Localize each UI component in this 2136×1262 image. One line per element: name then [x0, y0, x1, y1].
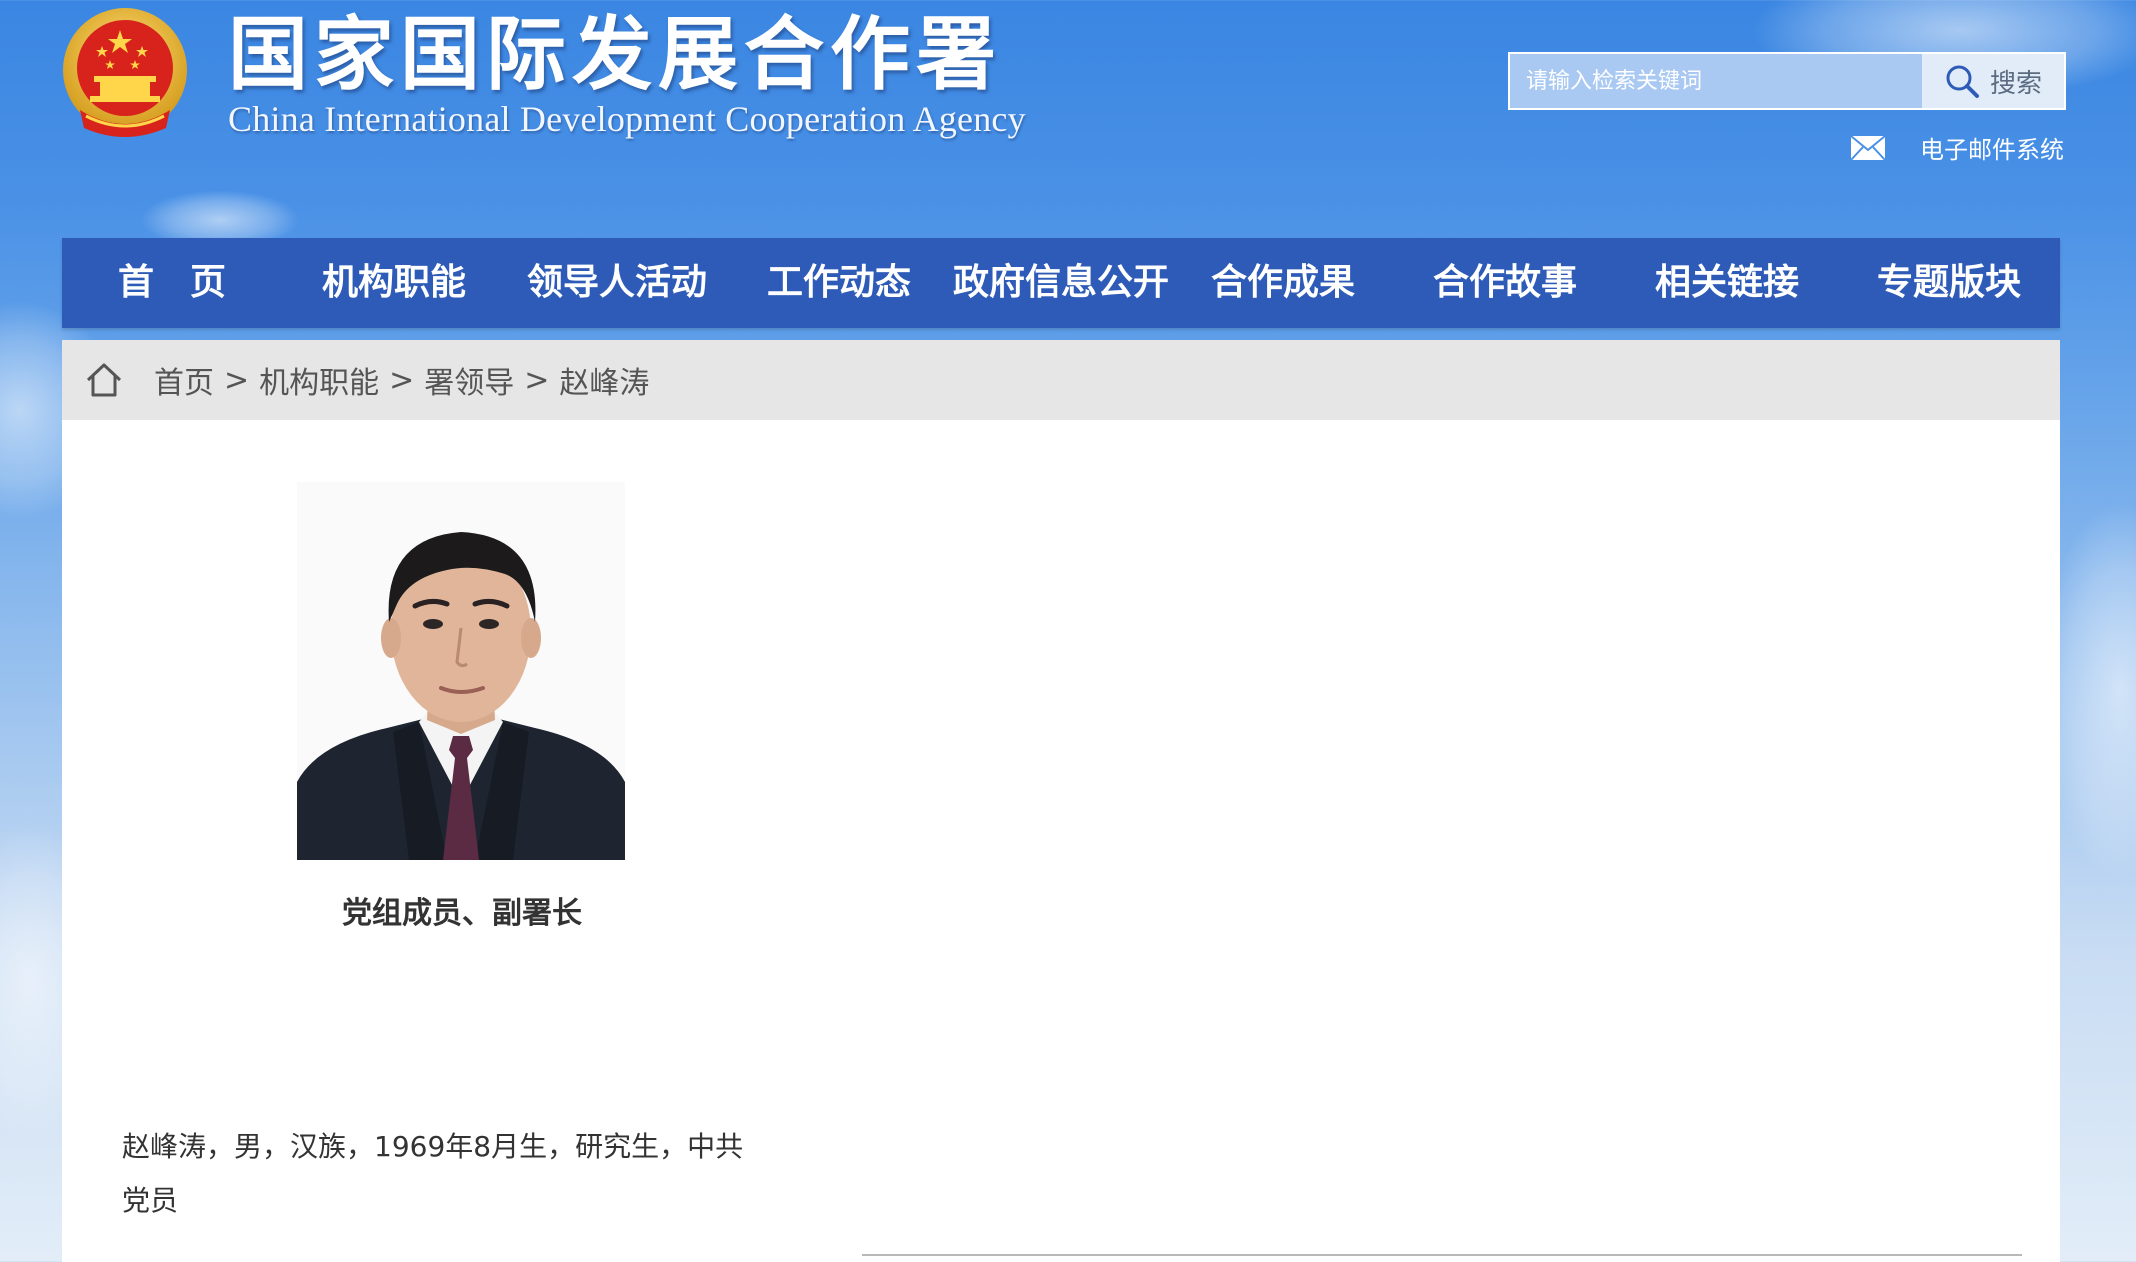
nav-item-cooperation-stories[interactable]: 合作故事 [1433, 238, 1577, 328]
breadcrumb-home[interactable]: 首页 [154, 358, 214, 402]
email-system-link[interactable]: 电子邮件系统 [1850, 130, 2064, 165]
biography-line: 赵峰涛，男，汉族，1969年8月生，研究生，中共 [122, 1130, 744, 1163]
breadcrumb-institution-functions[interactable]: 机构职能 [259, 358, 379, 402]
search-button-label: 搜索 [1989, 68, 2042, 99]
leader-portrait [297, 482, 625, 860]
search-button[interactable]: 搜索 [1922, 54, 2064, 108]
national-emblem-logo[interactable] [60, 6, 190, 146]
search-input[interactable] [1510, 54, 1922, 108]
search-icon [1946, 65, 1979, 98]
breadcrumb-separator: > [389, 362, 415, 398]
nav-item-special-topics[interactable]: 专题版块 [1877, 238, 2021, 328]
email-system-label: 电子邮件系统 [1920, 136, 2064, 164]
portrait-photo [297, 482, 625, 860]
breadcrumb-separator: > [224, 362, 250, 398]
breadcrumb: 首页 > 机构职能 > 署领导 > 赵峰涛 [62, 340, 2060, 420]
nav-item-cooperation-results[interactable]: 合作成果 [1211, 238, 1355, 328]
leader-title-caption: 党组成员、副署长 [342, 896, 582, 931]
nav-item-work-news[interactable]: 工作动态 [767, 238, 911, 328]
content-divider [862, 1254, 2022, 1256]
main-nav: 首 页 机构职能 领导人活动 工作动态 政府信息公开 合作成果 合作故事 相关链… [62, 238, 2060, 328]
breadcrumb-current-page: 赵峰涛 [559, 366, 650, 401]
nav-item-institution-functions[interactable]: 机构职能 [322, 238, 466, 328]
main-content: 党组成员、副署长 赵峰涛，男，汉族，1969年8月生，研究生，中共 党员 [62, 420, 2060, 1262]
nav-item-related-links[interactable]: 相关链接 [1655, 238, 1799, 328]
mail-icon [1850, 134, 1886, 161]
search-bar: 搜索 [1508, 52, 2066, 110]
breadcrumb-agency-leaders[interactable]: 署领导 [424, 358, 514, 402]
site-title-english[interactable]: China International Development Cooperat… [228, 98, 1026, 140]
home-icon[interactable] [84, 360, 124, 400]
nav-item-leader-activities[interactable]: 领导人活动 [527, 238, 707, 328]
nav-item-home[interactable]: 首 页 [118, 238, 226, 328]
biography-line: 党员 [122, 1184, 179, 1217]
breadcrumb-separator: > [524, 362, 550, 398]
nav-item-government-info[interactable]: 政府信息公开 [953, 238, 1169, 328]
site-title-chinese[interactable]: 国家国际发展合作署 [228, 6, 1002, 102]
leader-biography: 赵峰涛，男，汉族，1969年8月生，研究生，中共 党员 [122, 1120, 802, 1228]
